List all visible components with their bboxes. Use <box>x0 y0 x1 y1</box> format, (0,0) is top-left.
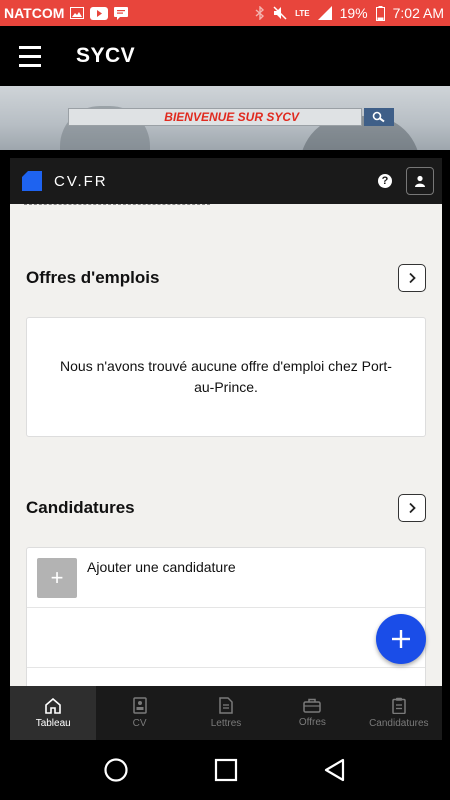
battery-icon <box>375 5 385 21</box>
add-application-row[interactable]: + Ajouter une candidature <box>27 548 425 608</box>
nav-item-cv[interactable]: CV <box>96 686 182 740</box>
search-icon <box>372 111 385 123</box>
clipboard-icon <box>392 697 406 714</box>
nav-label: Tableau <box>35 717 71 729</box>
recents-square-icon[interactable] <box>214 758 238 782</box>
banner-text: BIENVENUE SUR SYCV <box>164 110 299 124</box>
add-icon: + <box>37 558 77 598</box>
add-fab-button[interactable] <box>376 614 426 664</box>
divider <box>24 204 210 205</box>
youtube-icon <box>90 6 109 20</box>
network-label: LTE <box>295 8 310 18</box>
applications-card: + Ajouter une candidature <box>26 547 426 686</box>
letter-icon <box>219 697 233 714</box>
offers-more-button[interactable] <box>398 264 426 292</box>
app-bar: SYCV <box>0 26 450 86</box>
home-icon <box>45 697 62 714</box>
system-nav-bar <box>0 740 450 800</box>
search-button[interactable] <box>364 108 394 126</box>
carrier-label: NATCOM <box>4 5 65 21</box>
nav-label: CV <box>132 718 147 729</box>
mute-icon <box>273 6 287 20</box>
time-label: 7:02 AM <box>392 5 444 21</box>
offers-empty-message: Nous n'avons trouvé aucune offre d'emplo… <box>60 358 392 395</box>
bottom-nav: Tableau CV Lettres Offres Candidatures <box>10 686 442 740</box>
account-button[interactable] <box>406 167 434 195</box>
chevron-right-icon <box>409 502 416 514</box>
add-application-label: Ajouter une candidature <box>87 559 236 575</box>
nav-label: Lettres <box>210 718 242 729</box>
search-input[interactable]: BIENVENUE SUR SYCV <box>68 108 362 126</box>
list-item <box>27 608 425 668</box>
cv-icon <box>132 697 147 714</box>
help-icon[interactable]: ? <box>378 174 392 188</box>
cv-logo-icon <box>22 171 42 191</box>
nav-item-tableau[interactable]: Tableau <box>10 686 97 740</box>
home-circle-icon[interactable] <box>103 757 129 783</box>
applications-title: Candidatures <box>26 498 135 517</box>
app-title: SYCV <box>76 44 136 67</box>
status-bar: NATCOM LTE 19% 7:02 AM <box>0 0 450 26</box>
nav-label: Candidatures <box>369 718 429 729</box>
user-icon <box>415 175 425 187</box>
nav-label: Offres <box>298 717 326 728</box>
banner-search: BIENVENUE SUR SYCV <box>68 108 394 126</box>
applications-more-button[interactable] <box>398 494 426 522</box>
chevron-right-icon <box>409 272 416 284</box>
plus-icon <box>392 630 410 648</box>
nav-item-candidatures[interactable]: Candidatures <box>356 686 442 740</box>
bluetooth-icon <box>255 6 265 20</box>
battery-label: 19% <box>339 5 368 21</box>
image-icon <box>70 7 85 19</box>
nav-item-offres[interactable]: Offres <box>269 686 355 740</box>
offers-card: Nous n'avons trouvé aucune offre d'emplo… <box>26 317 426 437</box>
offers-title: Offres d'emplois <box>26 268 160 287</box>
signal-icon <box>317 6 332 20</box>
message-icon <box>114 6 129 20</box>
hero-banner: BIENVENUE SUR SYCV <box>0 86 450 150</box>
dashboard-content: Offres d'emplois Nous n'avons trouvé auc… <box>10 204 442 686</box>
menu-icon[interactable] <box>0 26 60 86</box>
back-triangle-icon[interactable] <box>323 758 347 782</box>
cv-brand: CV.FR <box>54 172 108 190</box>
nav-item-lettres[interactable]: Lettres <box>183 686 269 740</box>
cv-header: CV.FR ? <box>10 158 442 204</box>
briefcase-icon <box>303 698 322 713</box>
